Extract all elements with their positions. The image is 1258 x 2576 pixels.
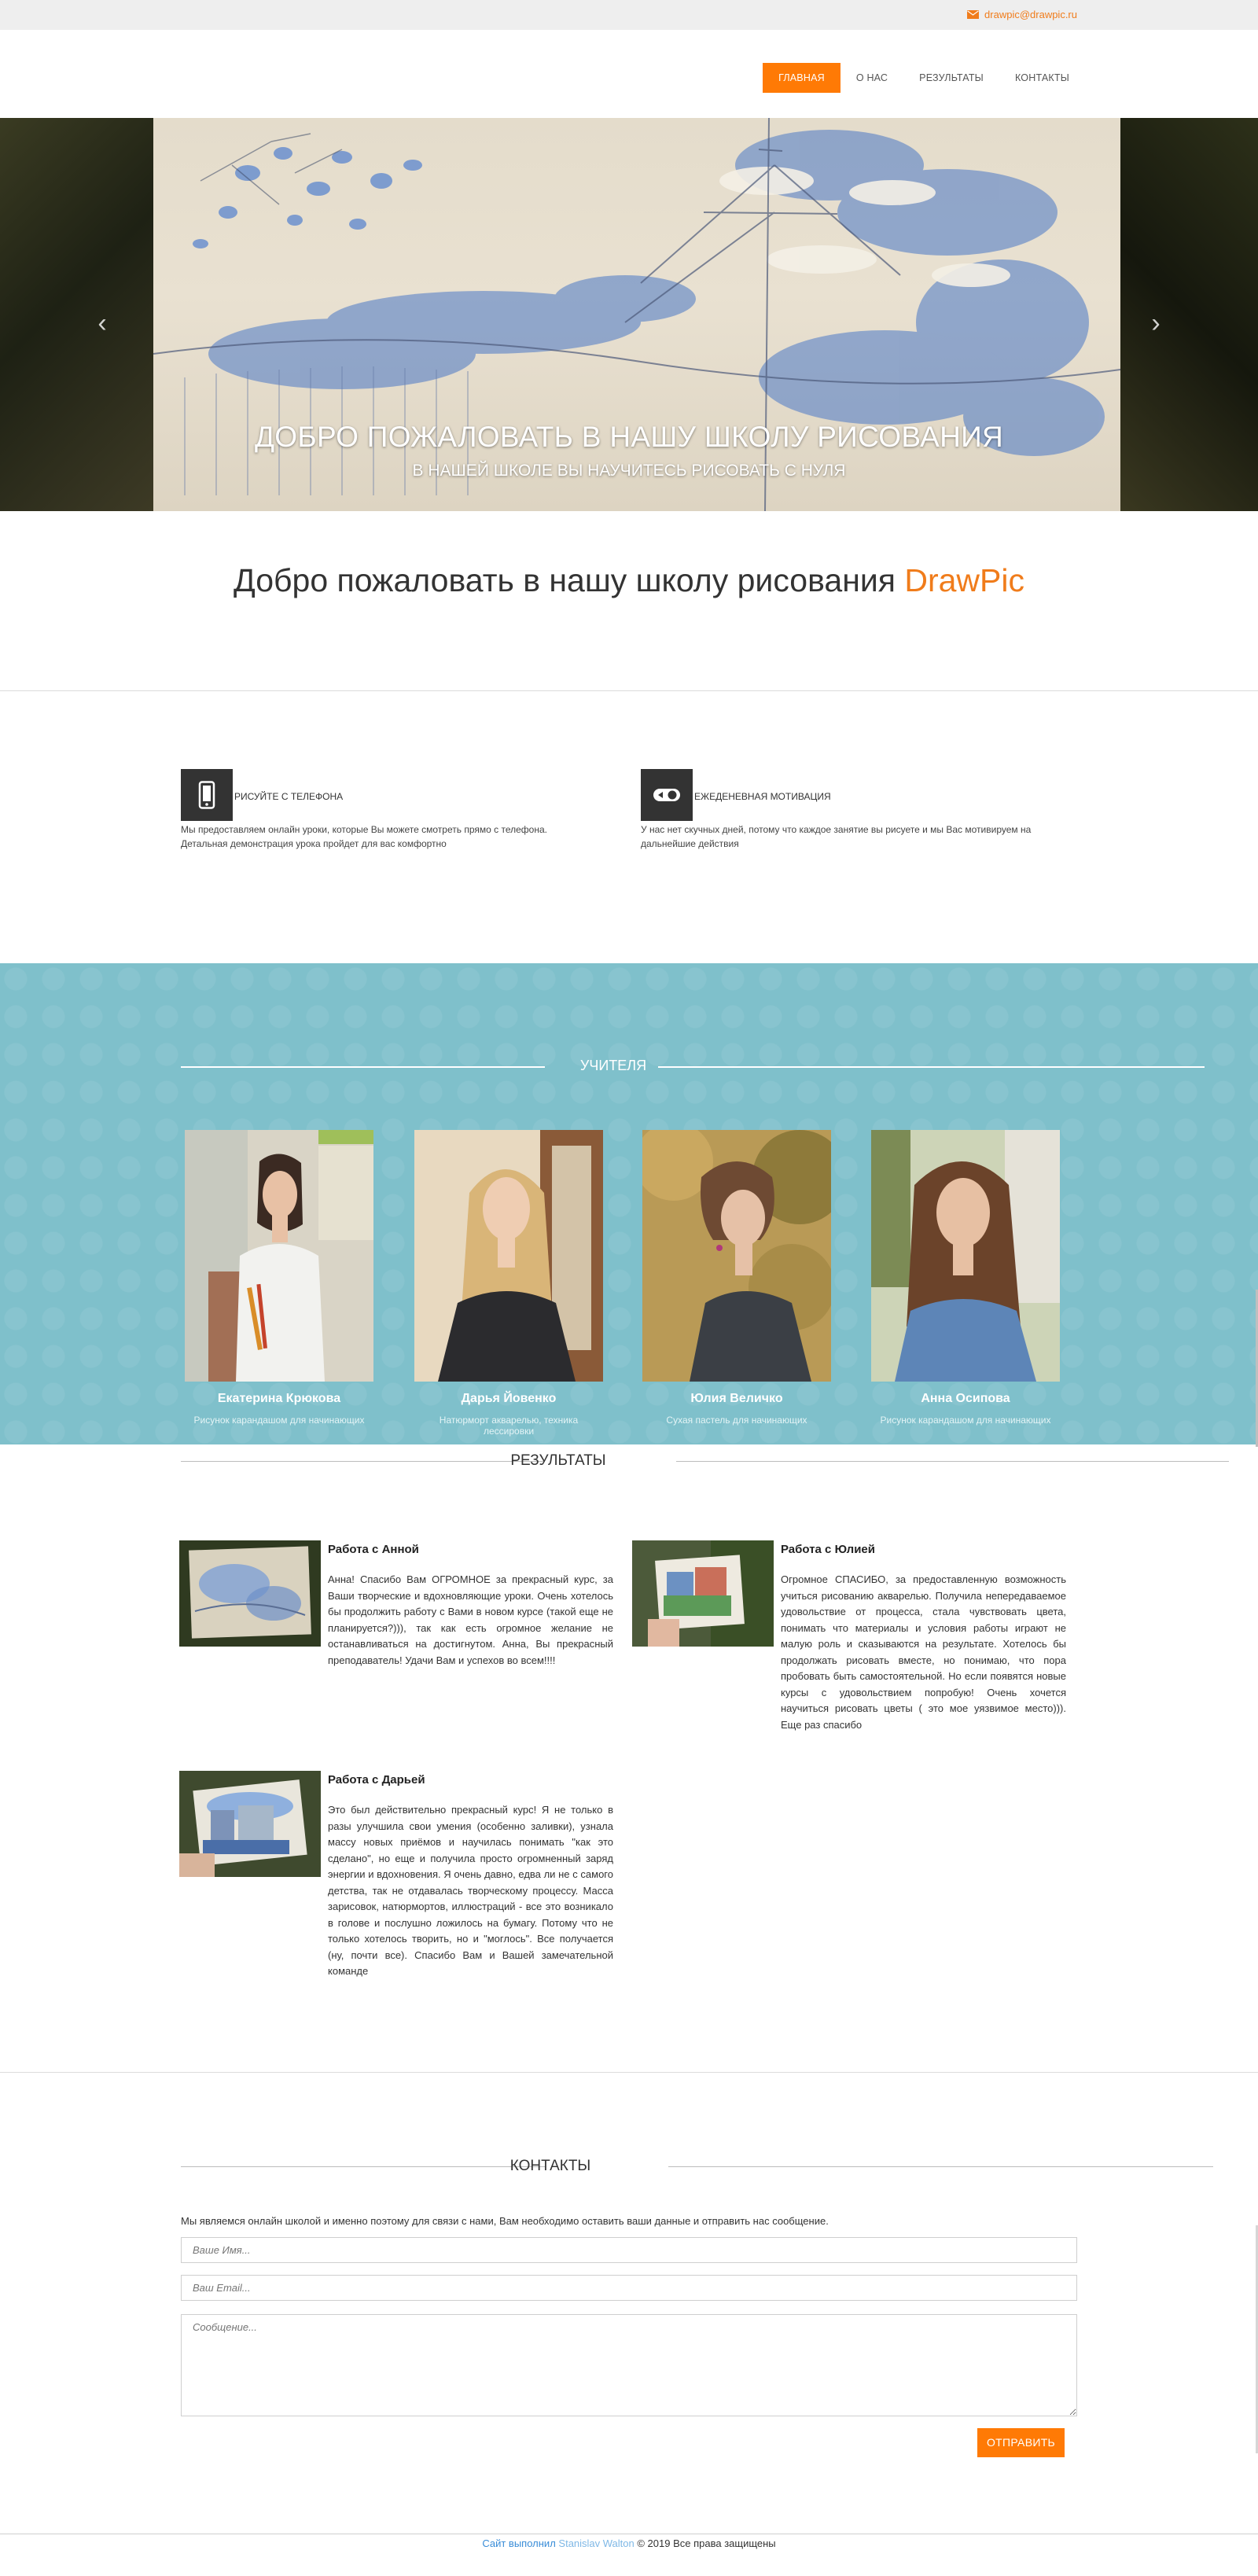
- message-field[interactable]: [181, 2314, 1077, 2416]
- send-button[interactable]: ОТПРАВИТЬ: [977, 2428, 1065, 2457]
- teacher-name: Екатерина Крюкова: [217, 1392, 341, 1405]
- divider: [0, 2072, 1258, 2073]
- envelope-icon: [967, 10, 980, 19]
- review-image[interactable]: [632, 1540, 774, 1647]
- teacher-desc: Натюрморт акварелью, техника лессировки: [439, 1415, 579, 1437]
- teacher-desc: Рисунок карандашом для начинающих: [193, 1415, 365, 1426]
- toggle-switch-icon: [641, 769, 693, 821]
- top-bar: drawpic@drawpic.ru: [0, 0, 1258, 30]
- footer-author-link[interactable]: Stanislav Walton: [558, 2537, 634, 2549]
- contacts-intro: Мы являемся онлайн школой и именно поэто…: [181, 2215, 829, 2227]
- teacher-name: Юлия Величко: [690, 1392, 783, 1405]
- chevron-right-icon[interactable]: ›: [1146, 309, 1165, 337]
- footer: Сайт выполнил Stanislav Walton © 2019 Вс…: [0, 2537, 1258, 2549]
- nav-item-about[interactable]: О НАС: [841, 63, 903, 93]
- review-image[interactable]: [179, 1771, 321, 1877]
- review-text: Это был действительно прекрасный курс! Я…: [328, 1804, 613, 1977]
- contact-email[interactable]: drawpic@drawpic.ru: [967, 9, 1077, 20]
- feature-title: ЕЖЕДЕНЕВНАЯ МОТИВАЦИЯ: [694, 791, 831, 802]
- teacher-photo: [414, 1130, 603, 1382]
- teacher-desc: Сухая пастель для начинающих: [666, 1415, 807, 1426]
- teacher-card[interactable]: Екатерина Крюкова Рисунок карандашом для…: [185, 1130, 373, 1426]
- teacher-photo: [185, 1130, 373, 1382]
- teacher-card[interactable]: Юлия Величко Сухая пастель для начинающи…: [642, 1130, 831, 1426]
- teacher-card[interactable]: Дарья Йовенко Натюрморт акварелью, техни…: [414, 1130, 603, 1437]
- review-title: Работа с Анной: [328, 1543, 419, 1556]
- review-image[interactable]: [179, 1540, 321, 1647]
- divider: [0, 690, 1258, 691]
- feature-title: РИСУЙТЕ С ТЕЛЕФОНА: [234, 791, 344, 802]
- teacher-name: Анна Осипова: [921, 1392, 1010, 1405]
- teacher-name: Дарья Йовенко: [461, 1392, 557, 1405]
- review-title: Работа с Юлией: [781, 1543, 875, 1556]
- nav-item-home[interactable]: ГЛАВНАЯ: [763, 63, 841, 93]
- email-field[interactable]: [181, 2275, 1077, 2301]
- section-title: КОНТАКТЫ: [509, 2158, 591, 2174]
- feature-text: У нас нет скучных дней, потому что каждо…: [641, 824, 1032, 849]
- nav-item-contacts[interactable]: КОНТАКТЫ: [999, 63, 1085, 93]
- review-text: Анна! Спасибо Вам ОГРОМНОЕ за прекрасный…: [328, 1573, 613, 1666]
- review-title: Работа с Дарьей: [328, 1773, 425, 1787]
- teachers-section: УЧИТЕЛЯ Екатерина Крюкова Рисунок каранд…: [0, 963, 1258, 1444]
- nav-item-results[interactable]: РЕЗУЛЬТАТЫ: [903, 63, 999, 93]
- hero-subtitle: В НАШЕЙ ШКОЛЕ ВЫ НАУЧИТЕСЬ РИСОВАТЬ С НУ…: [412, 462, 846, 480]
- smartphone-icon: [181, 769, 233, 821]
- footer-made-by: Сайт выполнил: [482, 2537, 556, 2549]
- email-text[interactable]: drawpic@drawpic.ru: [984, 9, 1077, 20]
- teacher-photo: [642, 1130, 831, 1382]
- name-field[interactable]: [181, 2237, 1077, 2263]
- teacher-photo: [871, 1130, 1060, 1382]
- chevron-left-icon[interactable]: ‹: [93, 309, 112, 337]
- section-title: УЧИТЕЛЯ: [579, 1058, 647, 1073]
- site-header: ГЛАВНАЯ О НАС РЕЗУЛЬТАТЫ КОНТАКТЫ: [0, 30, 1258, 118]
- results-heading: РЕЗУЛЬТАТЫ: [181, 1452, 1229, 1471]
- welcome-heading: Добро пожаловать в нашу школу рисования …: [0, 562, 1258, 599]
- main-nav: ГЛАВНАЯ О НАС РЕЗУЛЬТАТЫ КОНТАКТЫ: [763, 63, 1085, 93]
- review-text: Огромное СПАСИБО, за предоставленную воз…: [781, 1573, 1066, 1731]
- hero-title: ДОБРО ПОЖАЛОВАТЬ В НАШУ ШКОЛУ РИСОВАНИЯ: [254, 421, 1004, 453]
- contacts-heading: КОНТАКТЫ: [181, 2158, 1213, 2177]
- welcome-text: Добро пожаловать в нашу школу рисования: [234, 562, 905, 598]
- teacher-card[interactable]: Анна Осипова Рисунок карандашом для начи…: [871, 1130, 1060, 1426]
- teachers-heading: УЧИТЕЛЯ: [181, 1058, 1205, 1076]
- teacher-desc: Рисунок карандашом для начинающих: [880, 1415, 1051, 1426]
- footer-rights: © 2019 Все права защищены: [634, 2537, 776, 2549]
- feature-text: Мы предоставляем онлайн уроки, которые В…: [181, 824, 547, 849]
- brand-name: DrawPic: [904, 562, 1024, 598]
- hero-slider: ДОБРО ПОЖАЛОВАТЬ В НАШУ ШКОЛУ РИСОВАНИЯ …: [0, 118, 1258, 511]
- section-title: РЕЗУЛЬТАТЫ: [510, 1452, 606, 1469]
